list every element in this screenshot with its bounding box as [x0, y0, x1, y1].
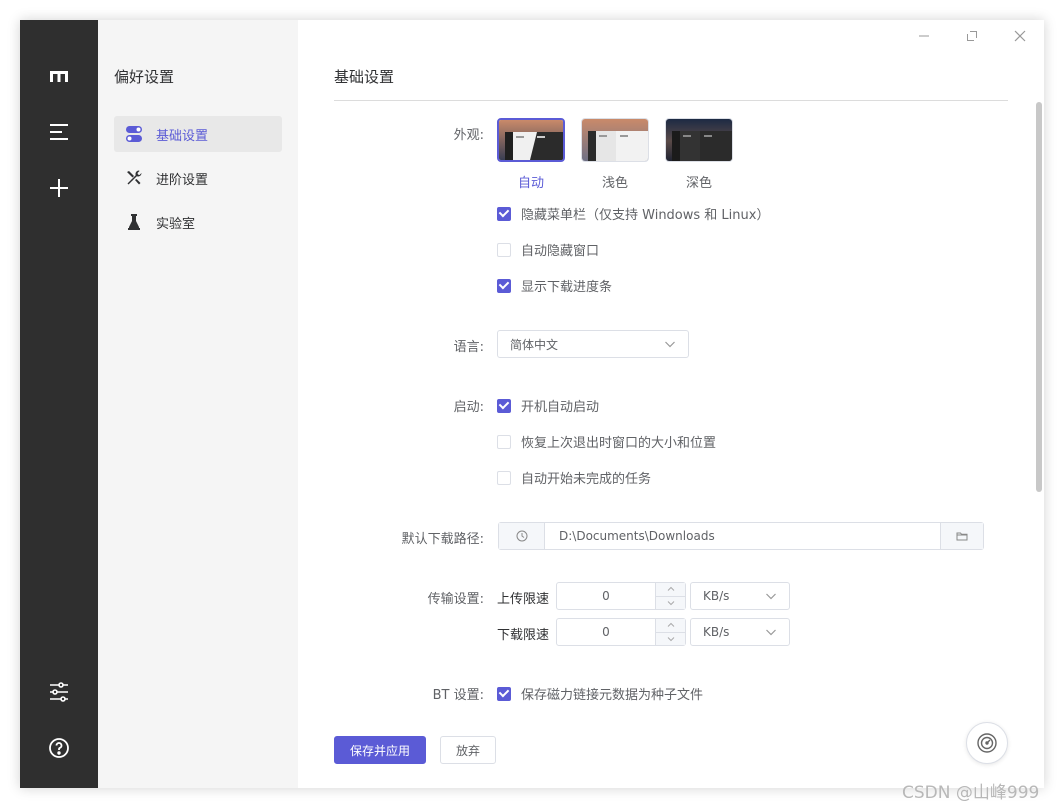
- sidebar-item-label: 基础设置: [156, 128, 209, 144]
- speedometer-button[interactable]: [966, 722, 1008, 764]
- download-unit-select[interactable]: KB/s: [690, 618, 790, 646]
- checkbox-box[interactable]: [497, 206, 511, 221]
- increment-icon[interactable]: [656, 583, 685, 596]
- launch-at-login-checkbox[interactable]: 开机自动启动: [497, 396, 599, 415]
- upload-limit-label: 上传限速: [497, 592, 550, 607]
- resume-tasks-checkbox[interactable]: 自动开始未完成的任务: [497, 468, 651, 487]
- transfer-label: 传输设置:: [427, 592, 484, 607]
- minimize-icon[interactable]: [914, 26, 934, 46]
- theme-auto-thumbnail[interactable]: [497, 118, 565, 162]
- bt-label: BT 设置:: [432, 688, 484, 703]
- download-limit-input[interactable]: [557, 619, 655, 645]
- upload-unit-value: KB/s: [703, 589, 730, 603]
- speedometer-icon: [977, 733, 997, 753]
- checkbox-box[interactable]: [497, 470, 511, 485]
- save-apply-button[interactable]: 保存并应用: [334, 736, 426, 764]
- chevron-down-icon: [766, 629, 776, 636]
- help-icon[interactable]: [44, 733, 74, 763]
- sidebar-item-lab[interactable]: 实验室: [114, 204, 282, 240]
- icon-rail: [20, 20, 98, 788]
- toggle-icon: [124, 124, 144, 144]
- restore-window-checkbox[interactable]: 恢复上次退出时窗口的大小和位置: [497, 432, 716, 451]
- chevron-down-icon: [665, 341, 675, 348]
- download-path-field: [498, 522, 984, 550]
- download-limit-stepper: [556, 618, 686, 646]
- hide-menubar-checkbox[interactable]: 隐藏菜单栏（仅支持 Windows 和 Linux）: [497, 204, 769, 223]
- page-title: 基础设置: [334, 68, 395, 86]
- decrement-icon[interactable]: [656, 631, 685, 646]
- theme-auto-label[interactable]: 自动: [497, 172, 565, 191]
- increment-icon[interactable]: [656, 619, 685, 632]
- download-path-input[interactable]: [545, 523, 940, 549]
- restore-icon[interactable]: [962, 26, 982, 46]
- theme-light-label[interactable]: 浅色: [581, 172, 649, 191]
- appearance-label: 外观:: [453, 128, 484, 143]
- save-magnet-metadata-checkbox[interactable]: 保存磁力链接元数据为种子文件: [497, 684, 703, 703]
- theme-dark-thumbnail[interactable]: [665, 118, 733, 162]
- preferences-sidebar: 偏好设置 基础设置 进阶设置 实验室: [98, 20, 298, 788]
- download-path-label: 默认下载路径:: [401, 532, 484, 547]
- checkbox-label: 开机自动启动: [521, 400, 600, 415]
- menu-icon[interactable]: [44, 117, 74, 147]
- checkbox-box[interactable]: [497, 434, 511, 449]
- language-label: 语言:: [453, 340, 484, 355]
- download-limit-label: 下载限速: [497, 628, 550, 643]
- checkbox-box[interactable]: [497, 398, 511, 413]
- upload-limit-stepper: [556, 582, 686, 610]
- scrollbar[interactable]: [1036, 102, 1042, 492]
- close-icon[interactable]: [1010, 26, 1030, 46]
- watermark-text: CSDN @山峰999: [902, 783, 1040, 803]
- sidebar-item-label: 实验室: [156, 216, 196, 232]
- theme-dark-label[interactable]: 深色: [665, 172, 733, 191]
- sidebar-item-label: 进阶设置: [156, 172, 209, 188]
- wrench-icon: [124, 168, 144, 188]
- plus-icon[interactable]: [44, 173, 74, 203]
- history-icon[interactable]: [499, 523, 545, 549]
- checkbox-box[interactable]: [497, 686, 511, 701]
- checkbox-label: 显示下载进度条: [521, 280, 613, 295]
- checkbox-box[interactable]: [497, 278, 511, 293]
- decrement-icon[interactable]: [656, 595, 685, 610]
- theme-light-thumbnail[interactable]: [581, 118, 649, 162]
- show-progress-checkbox[interactable]: 显示下载进度条: [497, 276, 612, 295]
- checkbox-label: 自动隐藏窗口: [521, 244, 600, 259]
- app-window: 偏好设置 基础设置 进阶设置 实验室 基础设置 外观: 自动 浅色 深色 隐藏菜…: [20, 20, 1044, 788]
- upload-unit-select[interactable]: KB/s: [690, 582, 790, 610]
- logo-icon[interactable]: [44, 61, 74, 91]
- main-panel: 基础设置 外观: 自动 浅色 深色 隐藏菜单栏（仅支持 Windows 和 Li…: [298, 20, 1044, 788]
- sidebar-item-basic[interactable]: 基础设置: [114, 116, 282, 152]
- sidebar-title: 偏好设置: [114, 68, 175, 86]
- checkbox-label: 恢复上次退出时窗口的大小和位置: [521, 436, 717, 451]
- folder-icon[interactable]: [940, 523, 983, 549]
- checkbox-box[interactable]: [497, 242, 511, 257]
- startup-label: 启动:: [453, 400, 484, 415]
- language-select[interactable]: 简体中文: [497, 330, 689, 358]
- checkbox-label: 保存磁力链接元数据为种子文件: [521, 688, 704, 703]
- flask-icon: [124, 212, 144, 232]
- auto-hide-window-checkbox[interactable]: 自动隐藏窗口: [497, 240, 599, 259]
- chevron-down-icon: [766, 593, 776, 600]
- sliders-icon[interactable]: [44, 677, 74, 707]
- checkbox-label: 隐藏菜单栏（仅支持 Windows 和 Linux）: [521, 208, 770, 223]
- title-divider: [334, 100, 1008, 101]
- language-value: 简体中文: [510, 337, 559, 352]
- upload-limit-input[interactable]: [557, 583, 655, 609]
- checkbox-label: 自动开始未完成的任务: [521, 472, 652, 487]
- sidebar-item-advanced[interactable]: 进阶设置: [114, 160, 282, 196]
- discard-button[interactable]: 放弃: [440, 736, 496, 764]
- download-unit-value: KB/s: [703, 625, 730, 639]
